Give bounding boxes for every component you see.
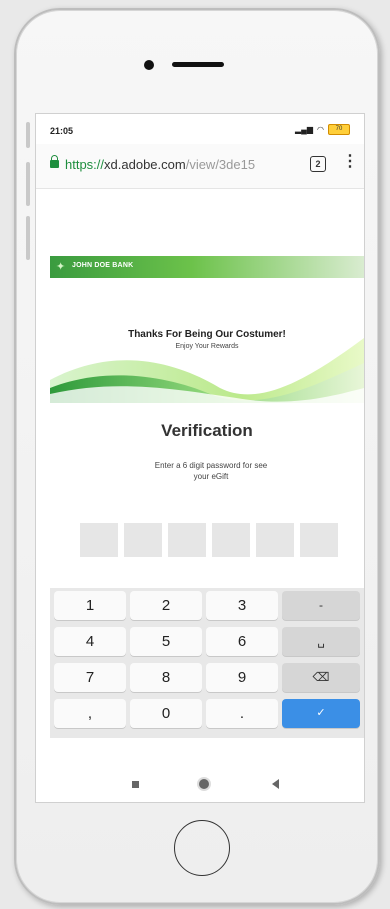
url-text[interactable]: https://xd.adobe.com/view/3de15 <box>65 157 300 172</box>
android-nav-bar <box>36 760 364 802</box>
key-3[interactable]: 3 <box>206 591 278 620</box>
status-time: 21:05 <box>50 126 74 136</box>
key-9[interactable]: 9 <box>206 663 278 692</box>
front-camera <box>144 60 154 70</box>
tab-count-button[interactable]: 2 <box>310 156 326 172</box>
bank-logo-icon: ✦ <box>56 261 66 273</box>
url-scheme: https:// <box>65 157 105 172</box>
power-button <box>26 216 30 260</box>
url-path: /view/3de15 <box>185 157 256 172</box>
key-1[interactable]: 1 <box>54 591 126 620</box>
lock-icon <box>50 155 59 168</box>
pin-digit-box[interactable] <box>300 523 338 557</box>
signal-icon: ▂▄▆ <box>295 125 314 134</box>
home-nav-icon[interactable] <box>199 779 209 789</box>
volume-button <box>26 122 30 148</box>
battery-icon: 70 <box>328 124 350 135</box>
key-0[interactable]: 0 <box>130 699 202 728</box>
browser-menu-icon[interactable]: ⋮ <box>342 154 358 170</box>
numeric-keypad: 1 2 3 - 4 5 6 ␣ 7 8 9 ⌫ , 0 . ✓ <box>50 588 364 738</box>
pin-digit-box[interactable] <box>80 523 118 557</box>
status-bar: 21:05 ▂▄▆ ◠ 70 <box>36 114 364 144</box>
home-button[interactable] <box>174 820 230 876</box>
key-comma[interactable]: , <box>54 699 126 728</box>
key-6[interactable]: 6 <box>206 627 278 656</box>
pin-digit-box[interactable] <box>256 523 294 557</box>
key-8[interactable]: 8 <box>130 663 202 692</box>
key-minus[interactable]: - <box>282 591 360 620</box>
bank-name: JOHN DOE BANK <box>72 262 134 269</box>
banner-title: Thanks For Being Our Costumer! <box>128 329 286 340</box>
browser-url-bar[interactable]: https://xd.adobe.com/view/3de15 2 ⋮ <box>36 144 364 189</box>
status-icons: ▂▄▆ ◠ 70 <box>295 124 350 135</box>
key-period[interactable]: . <box>206 699 278 728</box>
page-title: Verification <box>161 421 253 440</box>
recent-apps-icon[interactable] <box>132 781 139 788</box>
verification-instructions: Enter a 6 digit password for see your eG… <box>154 461 268 481</box>
back-nav-icon[interactable] <box>272 779 279 789</box>
banner-subtitle: Enjoy Your Rewards <box>175 343 239 350</box>
pin-digit-box[interactable] <box>212 523 250 557</box>
key-4[interactable]: 4 <box>54 627 126 656</box>
earpiece-speaker <box>172 62 224 67</box>
pin-digit-box[interactable] <box>168 523 206 557</box>
pin-input[interactable] <box>80 523 338 557</box>
url-host: xd.adobe.com <box>104 157 186 172</box>
key-space[interactable]: ␣ <box>282 627 360 656</box>
key-7[interactable]: 7 <box>54 663 126 692</box>
key-done[interactable]: ✓ <box>282 699 360 728</box>
key-5[interactable]: 5 <box>130 627 202 656</box>
wifi-icon: ◠ <box>317 125 324 134</box>
key-2[interactable]: 2 <box>130 591 202 620</box>
key-backspace[interactable]: ⌫ <box>282 663 360 692</box>
bank-header-bar: ✦ JOHN DOE BANK <box>50 256 364 278</box>
pin-digit-box[interactable] <box>124 523 162 557</box>
phone-screen: 21:05 ▂▄▆ ◠ 70 https://xd.adobe.com/view… <box>36 114 364 802</box>
volume-button <box>26 162 30 206</box>
